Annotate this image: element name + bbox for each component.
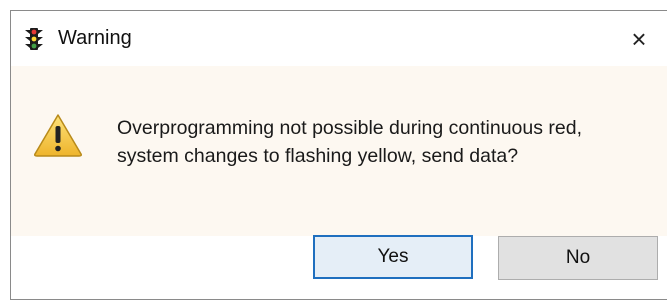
traffic-light-icon bbox=[24, 27, 44, 51]
message-line-1: Overprogramming not possible during cont… bbox=[117, 117, 583, 139]
warning-triangle-icon bbox=[33, 113, 83, 157]
dialog-message: Overprogramming not possible during cont… bbox=[117, 114, 667, 170]
dialog-body: Overprogramming not possible during cont… bbox=[11, 66, 667, 236]
close-icon: × bbox=[631, 23, 647, 54]
no-button[interactable]: No bbox=[498, 236, 658, 280]
close-button[interactable]: × bbox=[619, 19, 659, 59]
window-title: Warning bbox=[58, 27, 132, 49]
yes-button[interactable]: Yes bbox=[313, 235, 473, 279]
title-bar[interactable]: Warning × bbox=[11, 11, 667, 66]
message-line-2: system changes to flashing yellow, send … bbox=[117, 145, 519, 167]
warning-dialog: Warning × Overprogramming not possible d… bbox=[10, 10, 667, 300]
